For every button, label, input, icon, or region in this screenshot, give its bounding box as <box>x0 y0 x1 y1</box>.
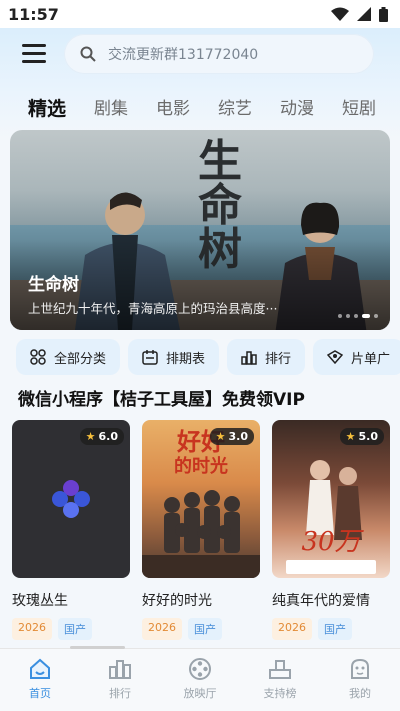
year-tag: 2026 <box>142 618 182 640</box>
movie-tags: 2026 国产 <box>272 618 390 640</box>
region-tag: 国产 <box>188 618 222 640</box>
banner-title: 生命树 <box>28 275 79 295</box>
nav-ranking-label: 排行 <box>109 687 131 700</box>
film-reel-icon <box>189 658 211 680</box>
tab-movies[interactable]: 电影 <box>142 94 204 124</box>
search-icon <box>80 46 96 62</box>
ticket-icon <box>327 350 344 365</box>
movie-title: 玫瑰丛生 <box>12 593 68 609</box>
pagination-dot[interactable] <box>374 314 378 318</box>
search-placeholder: 交流更新群131772040 <box>108 47 259 63</box>
grid-icon <box>30 349 46 365</box>
svg-text:30万: 30万 <box>301 527 364 557</box>
pagination-dot-active[interactable] <box>362 314 370 318</box>
ranking-button[interactable]: 排行 <box>227 339 306 375</box>
movie-poster[interactable]: 30万 ★ 5.0 <box>272 420 390 578</box>
rating-badge: ★ 5.0 <box>339 428 384 445</box>
year-tag: 2026 <box>272 618 312 640</box>
tab-anime[interactable]: 动漫 <box>266 94 328 124</box>
playlist-label: 片单广 <box>351 351 391 367</box>
nav-profile[interactable]: 我的 <box>320 649 400 711</box>
quick-actions: 全部分类 排期表 排行 片单广 <box>16 339 400 377</box>
nav-support-label: 支持榜 <box>263 687 297 700</box>
ranking-icon <box>241 351 257 365</box>
movie-card[interactable]: 好好 的时光 ★ 3.0 好好的时光 2026 国产 <box>142 420 260 640</box>
star-icon: ★ <box>215 430 226 443</box>
star-icon: ★ <box>345 430 356 443</box>
calendar-icon <box>142 350 158 365</box>
nav-support[interactable]: 支持榜 <box>240 649 320 711</box>
all-categories-label: 全部分类 <box>54 351 107 367</box>
status-bar: 11:57 <box>0 0 400 28</box>
rating-value: 3.0 <box>228 430 249 443</box>
movie-tags: 2026 国产 <box>142 618 260 640</box>
movie-card[interactable]: ★ 6.0 玫瑰丛生 2026 国产 <box>12 420 130 640</box>
placeholder-logo <box>52 480 90 518</box>
schedule-button[interactable]: 排期表 <box>128 339 220 375</box>
featured-banner[interactable]: 生命树 生命树 上世纪九十年代，青海高原上的玛治县高度··· <box>10 130 390 330</box>
movie-title: 好好的时光 <box>142 593 212 609</box>
signal-icon <box>357 7 371 21</box>
movie-card[interactable]: 30万 ★ 5.0 纯真年代的爱情 2026 国产 <box>272 420 390 640</box>
menu-icon[interactable] <box>22 44 46 64</box>
rating-badge: ★ 3.0 <box>209 428 254 445</box>
playlist-button[interactable]: 片单广 <box>313 339 400 375</box>
year-tag: 2026 <box>12 618 52 640</box>
nav-home-label: 首页 <box>29 687 51 700</box>
search-bar[interactable]: 交流更新群131772040 <box>64 34 374 74</box>
movie-poster[interactable]: 好好 的时光 ★ 3.0 <box>142 420 260 578</box>
tab-short-drama[interactable]: 短剧 <box>328 94 390 124</box>
banner-pagination <box>338 314 378 318</box>
pagination-dot[interactable] <box>346 314 350 318</box>
category-tabs: 精选 剧集 电影 综艺 动漫 短剧 <box>0 94 400 124</box>
tab-featured[interactable]: 精选 <box>0 94 80 124</box>
wifi-icon <box>331 7 349 21</box>
banner-description: 上世纪九十年代，青海高原上的玛治县高度··· <box>28 301 278 316</box>
ranking-icon <box>109 660 131 679</box>
tab-series[interactable]: 剧集 <box>80 94 142 124</box>
tab-variety[interactable]: 综艺 <box>204 94 266 124</box>
rating-value: 5.0 <box>358 430 379 443</box>
region-tag: 国产 <box>318 618 352 640</box>
status-time: 11:57 <box>8 4 59 24</box>
nav-cinema[interactable]: 放映厅 <box>160 649 240 711</box>
battery-icon <box>379 6 388 22</box>
movie-poster[interactable]: ★ 6.0 <box>12 420 130 578</box>
section-title: 微信小程序【桔子工具屋】免费领VIP <box>18 390 305 410</box>
ranking-label: 排行 <box>265 351 292 367</box>
podium-icon <box>269 660 291 679</box>
pagination-dot[interactable] <box>338 314 342 318</box>
movie-list: ★ 6.0 玫瑰丛生 2026 国产 好好 的时光 ★ 3.0 好好的时光 20… <box>12 420 400 640</box>
rating-badge: ★ 6.0 <box>79 428 124 445</box>
pagination-dot[interactable] <box>354 314 358 318</box>
all-categories-button[interactable]: 全部分类 <box>16 339 121 375</box>
nav-cinema-label: 放映厅 <box>183 687 217 700</box>
svg-text:的时光: 的时光 <box>174 455 228 477</box>
region-tag: 国产 <box>58 618 92 640</box>
rating-value: 6.0 <box>98 430 119 443</box>
nav-profile-label: 我的 <box>349 687 371 700</box>
bottom-navigation: 首页 排行 放映厅 支持榜 我的 <box>0 649 400 711</box>
movie-title: 纯真年代的爱情 <box>272 593 370 609</box>
status-icons <box>331 6 388 22</box>
schedule-label: 排期表 <box>166 351 206 367</box>
nav-home[interactable]: 首页 <box>0 649 80 711</box>
profile-icon <box>351 658 369 679</box>
nav-ranking[interactable]: 排行 <box>80 649 160 711</box>
star-icon: ★ <box>85 430 96 443</box>
home-icon <box>30 658 50 679</box>
movie-tags: 2026 国产 <box>12 618 130 640</box>
